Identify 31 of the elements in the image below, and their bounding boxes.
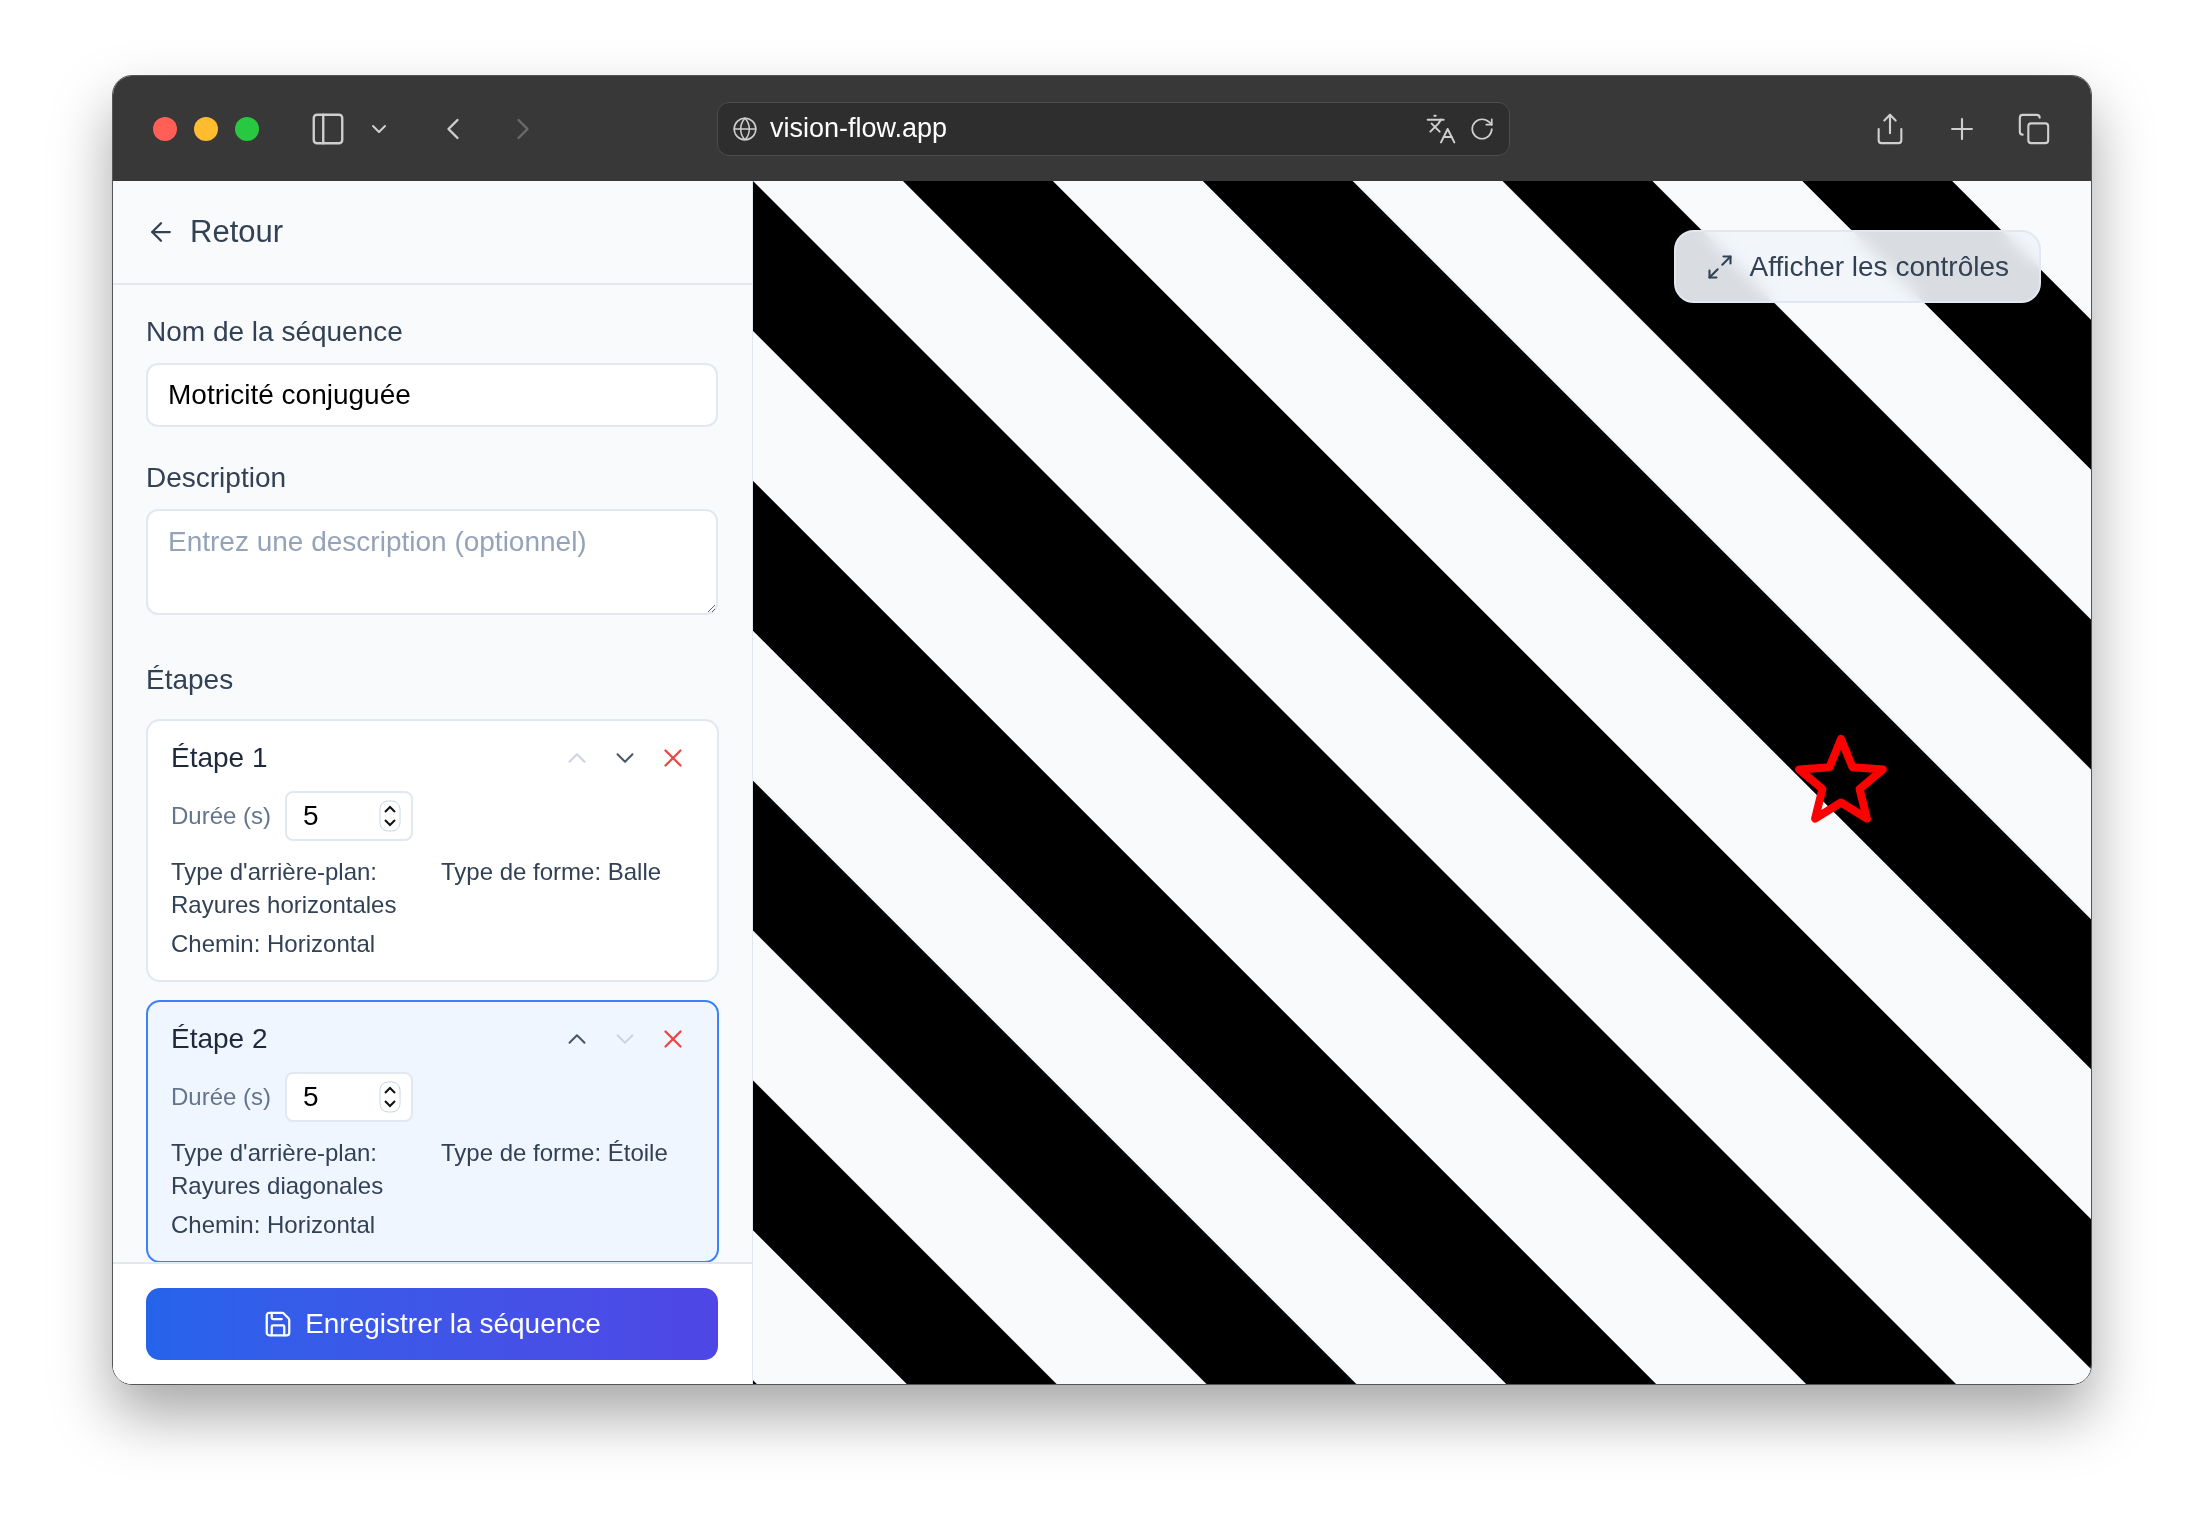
step-title: Étape 2: [171, 1022, 268, 1056]
save-button[interactable]: Enregistrer la séquence: [146, 1288, 718, 1360]
step-card[interactable]: Étape 1 Durée (s) 5 Type d'arrière-plan: Rayures horizontales Type de forme: Balle Chemin: Horizontal: [146, 719, 719, 982]
duration-field[interactable]: 5: [285, 1072, 414, 1122]
show-controls-button[interactable]: Afficher les contrôles: [1673, 230, 2041, 303]
reload-icon[interactable]: [1469, 115, 1495, 142]
path-text: Chemin: Horizontal: [171, 929, 377, 959]
globe-icon: [732, 115, 758, 142]
back-link[interactable]: Retour: [146, 208, 284, 256]
field-label: Description: [146, 461, 288, 495]
spinner-icon[interactable]: [379, 800, 402, 832]
shape-type-text: Type de forme: Étoile: [441, 1138, 669, 1168]
step-title: Étape 1: [171, 741, 268, 775]
expand-icon: [1705, 252, 1734, 281]
description-field[interactable]: Entrez une description (optionnel): [146, 509, 718, 615]
background-type-text: Type d'arrière-plan: Rayures diagonales: [171, 1138, 385, 1201]
step-card[interactable]: Étape 2 Durée (s) 5 Type d'arrière-plan: Rayures diagonales Type de forme: Étoile Chemin: Horizontal: [146, 1000, 719, 1262]
address-bar[interactable]: vision-flow.app: [717, 101, 1510, 156]
background-type-text: Type d'arrière-plan: Rayures horizontales: [171, 857, 398, 920]
url-text: vision-flow.app: [770, 112, 948, 146]
sequence-name-field[interactable]: Motricité conjuguée: [146, 363, 718, 427]
duration-field[interactable]: 5: [285, 791, 414, 841]
duration-label: Durée (s): [171, 1082, 272, 1112]
duration-label: Durée (s): [171, 801, 272, 831]
field-label: Nom de la séquence: [146, 315, 404, 349]
translate-icon[interactable]: [1425, 112, 1457, 145]
shape-type-text: Type de forme: Balle: [441, 857, 663, 887]
path-text: Chemin: Horizontal: [171, 1210, 377, 1240]
tabs-overview-icon[interactable]: [2017, 111, 2051, 146]
section-heading: Étapes: [146, 663, 235, 697]
spinner-icon[interactable]: [379, 1081, 402, 1113]
